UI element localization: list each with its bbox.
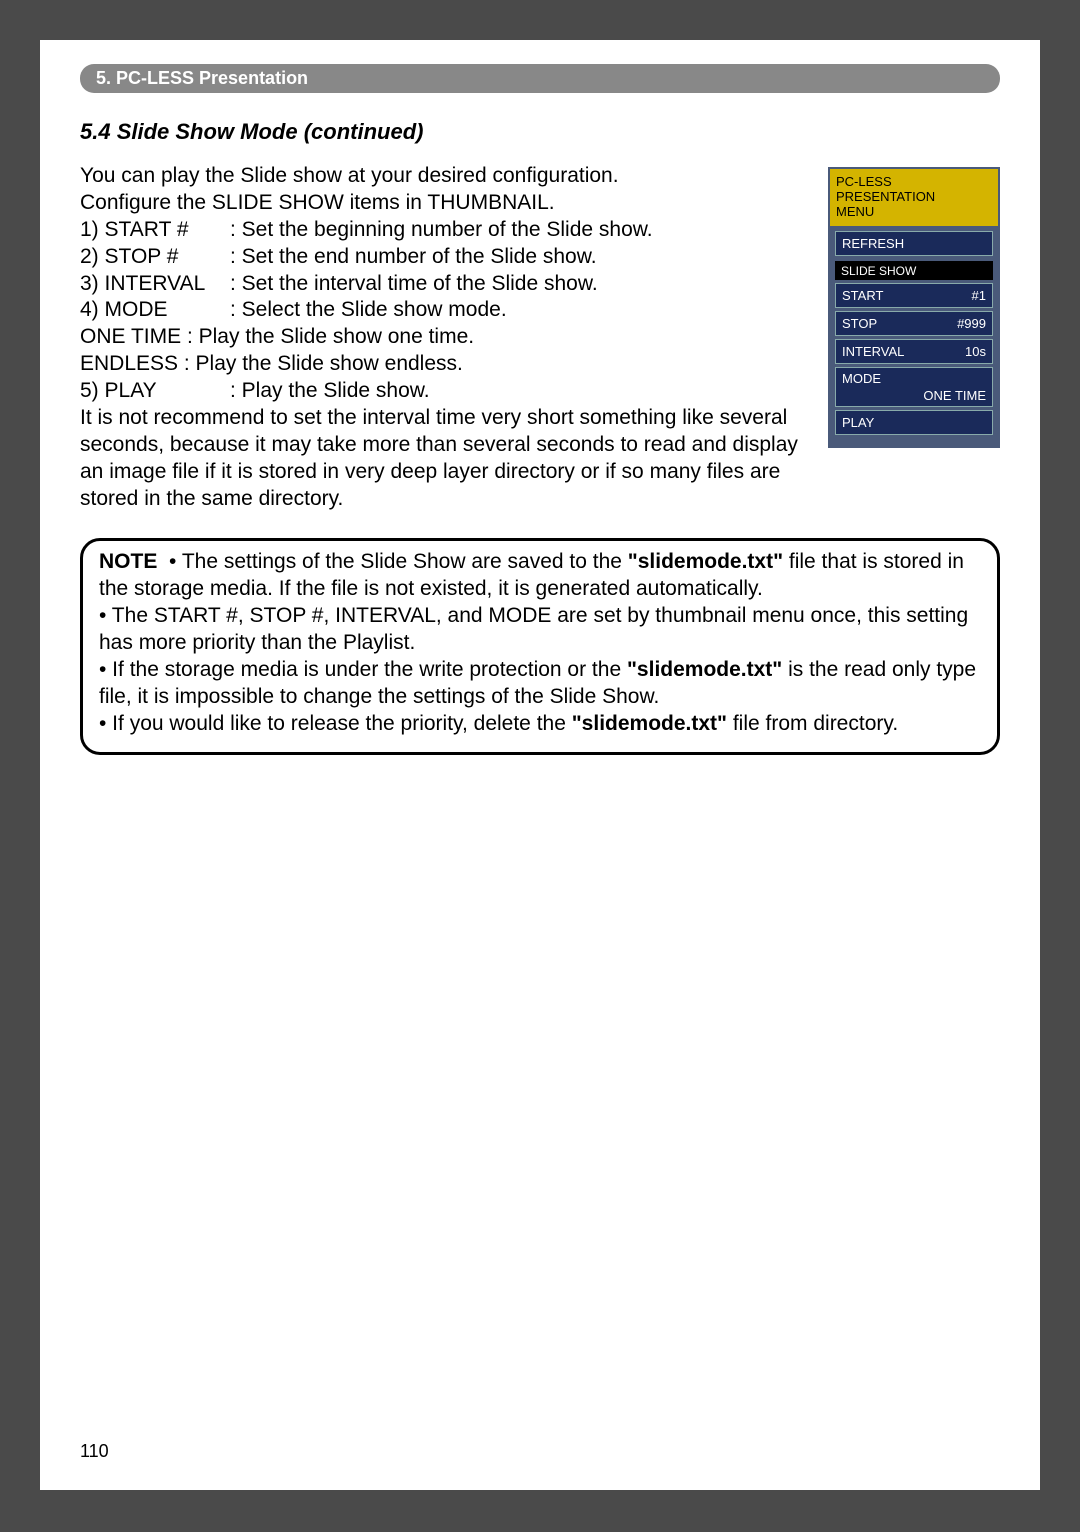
body-wrap: You can play the Slide show at your desi… xyxy=(80,163,1000,512)
osd-item-label: REFRESH xyxy=(842,236,904,251)
osd-item-value: 10s xyxy=(965,344,986,359)
intro-line-2: Configure the SLIDE SHOW items in THUMBN… xyxy=(80,190,808,217)
note-filename: "slidemode.txt" xyxy=(628,550,783,573)
note-filename: "slidemode.txt" xyxy=(572,712,727,735)
osd-item-label: MODE xyxy=(842,371,986,386)
note-label: NOTE xyxy=(99,550,157,573)
osd-item-interval[interactable]: INTERVAL 10s xyxy=(835,339,993,364)
body-text: You can play the Slide show at your desi… xyxy=(80,163,808,512)
definition-description: : Play the Slide show. xyxy=(230,378,808,405)
section-title: 5.4 Slide Show Mode (continued) xyxy=(80,119,1000,145)
osd-group-body: START #1 STOP #999 INTERVAL 10s MODE ONE… xyxy=(835,283,993,435)
intro-line-1: You can play the Slide show at your desi… xyxy=(80,163,808,190)
osd-item-refresh[interactable]: REFRESH xyxy=(835,231,993,256)
osd-item-label: PLAY xyxy=(842,415,874,430)
definition-row: 5) PLAY : Play the Slide show. xyxy=(80,378,808,405)
osd-header-line: MENU xyxy=(836,205,992,220)
chapter-header-text: 5. PC-LESS Presentation xyxy=(96,68,308,88)
definition-description: : Set the beginning number of the Slide … xyxy=(230,217,808,244)
osd-item-label: STOP xyxy=(842,316,877,331)
note-text: • If you would like to release the prior… xyxy=(99,712,572,735)
osd-group-title: SLIDE SHOW xyxy=(835,261,993,280)
note-text: • The START #, STOP #, INTERVAL, and MOD… xyxy=(99,604,968,654)
definition-subline: ONE TIME : Play the Slide show one time. xyxy=(80,324,808,351)
osd-item-start[interactable]: START #1 xyxy=(835,283,993,308)
definition-label: 4) MODE xyxy=(80,297,230,324)
definition-label: 3) INTERVAL xyxy=(80,271,230,298)
note-text: file from directory. xyxy=(727,712,898,735)
note-filename: "slidemode.txt" xyxy=(627,658,782,681)
osd-item-mode[interactable]: MODE ONE TIME xyxy=(835,367,993,407)
chapter-header-bar: 5. PC-LESS Presentation xyxy=(80,64,1000,93)
definition-row: 3) INTERVAL : Set the interval time of t… xyxy=(80,271,808,298)
osd-item-stop[interactable]: STOP #999 xyxy=(835,311,993,336)
osd-menu: PC-LESS PRESENTATION MENU REFRESH SLIDE … xyxy=(828,167,1000,448)
definition-label: 2) STOP # xyxy=(80,244,230,271)
osd-menu-header: PC-LESS PRESENTATION MENU xyxy=(830,169,998,226)
definition-extra: It is not recommend to set the interval … xyxy=(80,405,808,513)
definition-description: : Set the end number of the Slide show. xyxy=(230,244,808,271)
osd-item-play[interactable]: PLAY xyxy=(835,410,993,435)
osd-item-label: INTERVAL xyxy=(842,344,904,359)
note-text: The settings of the Slide Show are saved… xyxy=(176,550,627,573)
definition-row: 1) START # : Set the beginning number of… xyxy=(80,217,808,244)
document-page: 5. PC-LESS Presentation 5.4 Slide Show M… xyxy=(40,40,1040,1490)
osd-header-line: PRESENTATION xyxy=(836,190,992,205)
page-number: 110 xyxy=(80,1441,109,1462)
definition-row: 4) MODE : Select the Slide show mode. xyxy=(80,297,808,324)
osd-item-value: #999 xyxy=(957,316,986,331)
definition-label: 5) PLAY xyxy=(80,378,230,405)
definition-description: : Select the Slide show mode. xyxy=(230,297,808,324)
note-text: • If the storage media is under the writ… xyxy=(99,658,627,681)
note-box: NOTE • The settings of the Slide Show ar… xyxy=(80,538,1000,754)
definition-subline: ENDLESS : Play the Slide show endless. xyxy=(80,351,808,378)
osd-item-value: #1 xyxy=(972,288,986,303)
definition-label: 1) START # xyxy=(80,217,230,244)
osd-item-label: START xyxy=(842,288,883,303)
osd-header-line: PC-LESS xyxy=(836,175,992,190)
osd-bottom-spacer xyxy=(830,440,998,446)
osd-item-value: ONE TIME xyxy=(842,388,986,403)
definition-row: 2) STOP # : Set the end number of the Sl… xyxy=(80,244,808,271)
definition-description: : Set the interval time of the Slide sho… xyxy=(230,271,808,298)
